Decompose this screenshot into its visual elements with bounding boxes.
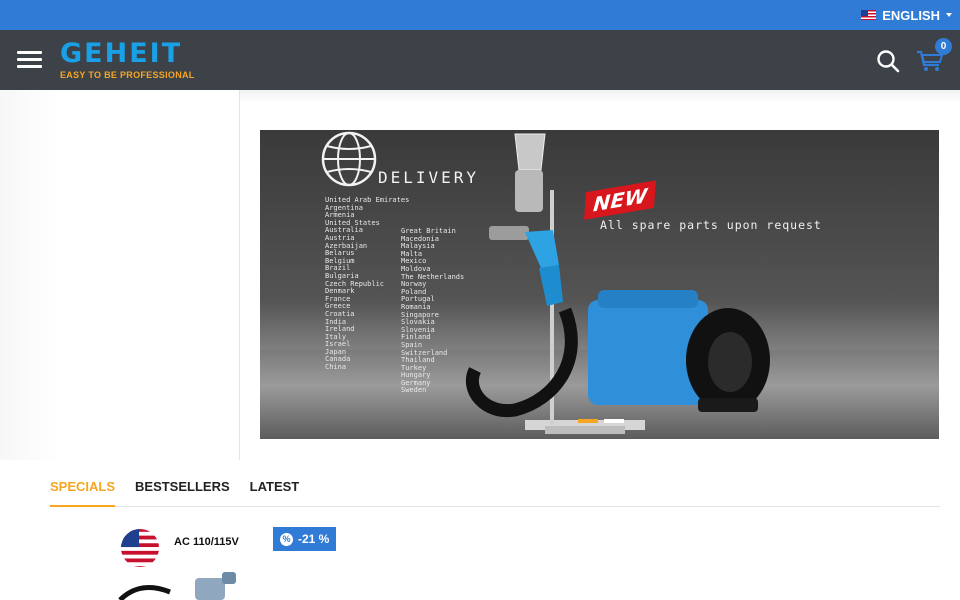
- slider-pagination: [578, 419, 624, 423]
- uk-flag-icon: [861, 10, 877, 20]
- product-thumbnail: [118, 572, 236, 600]
- cart-count-badge: 0: [935, 38, 952, 55]
- slider-dot[interactable]: [578, 419, 598, 423]
- top-bar: ENGLISH: [0, 0, 960, 30]
- language-selector[interactable]: ENGLISH: [861, 0, 952, 30]
- percent-icon: %: [280, 532, 293, 546]
- discount-badge: % -21 %: [273, 527, 337, 551]
- tab-latest[interactable]: LATEST: [250, 476, 300, 507]
- country-item: China: [325, 363, 347, 372]
- tab-bestsellers[interactable]: BESTSELLERS: [135, 476, 230, 507]
- language-label: ENGLISH: [882, 7, 940, 23]
- hero-slider[interactable]: DELIVERY United Arab Emirates Argentina Ar…: [260, 130, 939, 439]
- slider-tagline: All spare parts upon request: [600, 218, 822, 232]
- product-image[interactable]: AC 110/115V: [110, 522, 272, 600]
- product-voltage-label: AC 110/115V: [174, 536, 239, 548]
- product-tabs: SPECIALS BESTSELLERS LATEST: [50, 476, 940, 507]
- search-icon[interactable]: [876, 49, 900, 73]
- logo-word: GEHEIT: [60, 38, 183, 69]
- discount-value: -21 %: [298, 532, 330, 546]
- site-header: GEHEIT EASY TO BE PROFESSIONAL: [0, 30, 960, 90]
- slider-dot[interactable]: [604, 419, 624, 423]
- tab-specials[interactable]: SPECIALS: [50, 476, 116, 507]
- menu-icon[interactable]: [17, 51, 42, 69]
- caret-down-icon: [946, 13, 952, 17]
- us-flag-icon: [120, 528, 160, 568]
- sidebar-column: [0, 90, 240, 460]
- compressor-illustration: [588, 290, 770, 412]
- logo-tagline: EASY TO BE PROFESSIONAL: [60, 70, 195, 80]
- globe-icon: [321, 131, 377, 187]
- logo[interactable]: GEHEIT EASY TO BE PROFESSIONAL: [60, 38, 194, 81]
- country-list-1: United Arab Emirates Argentina Armenia Unit…: [325, 196, 409, 372]
